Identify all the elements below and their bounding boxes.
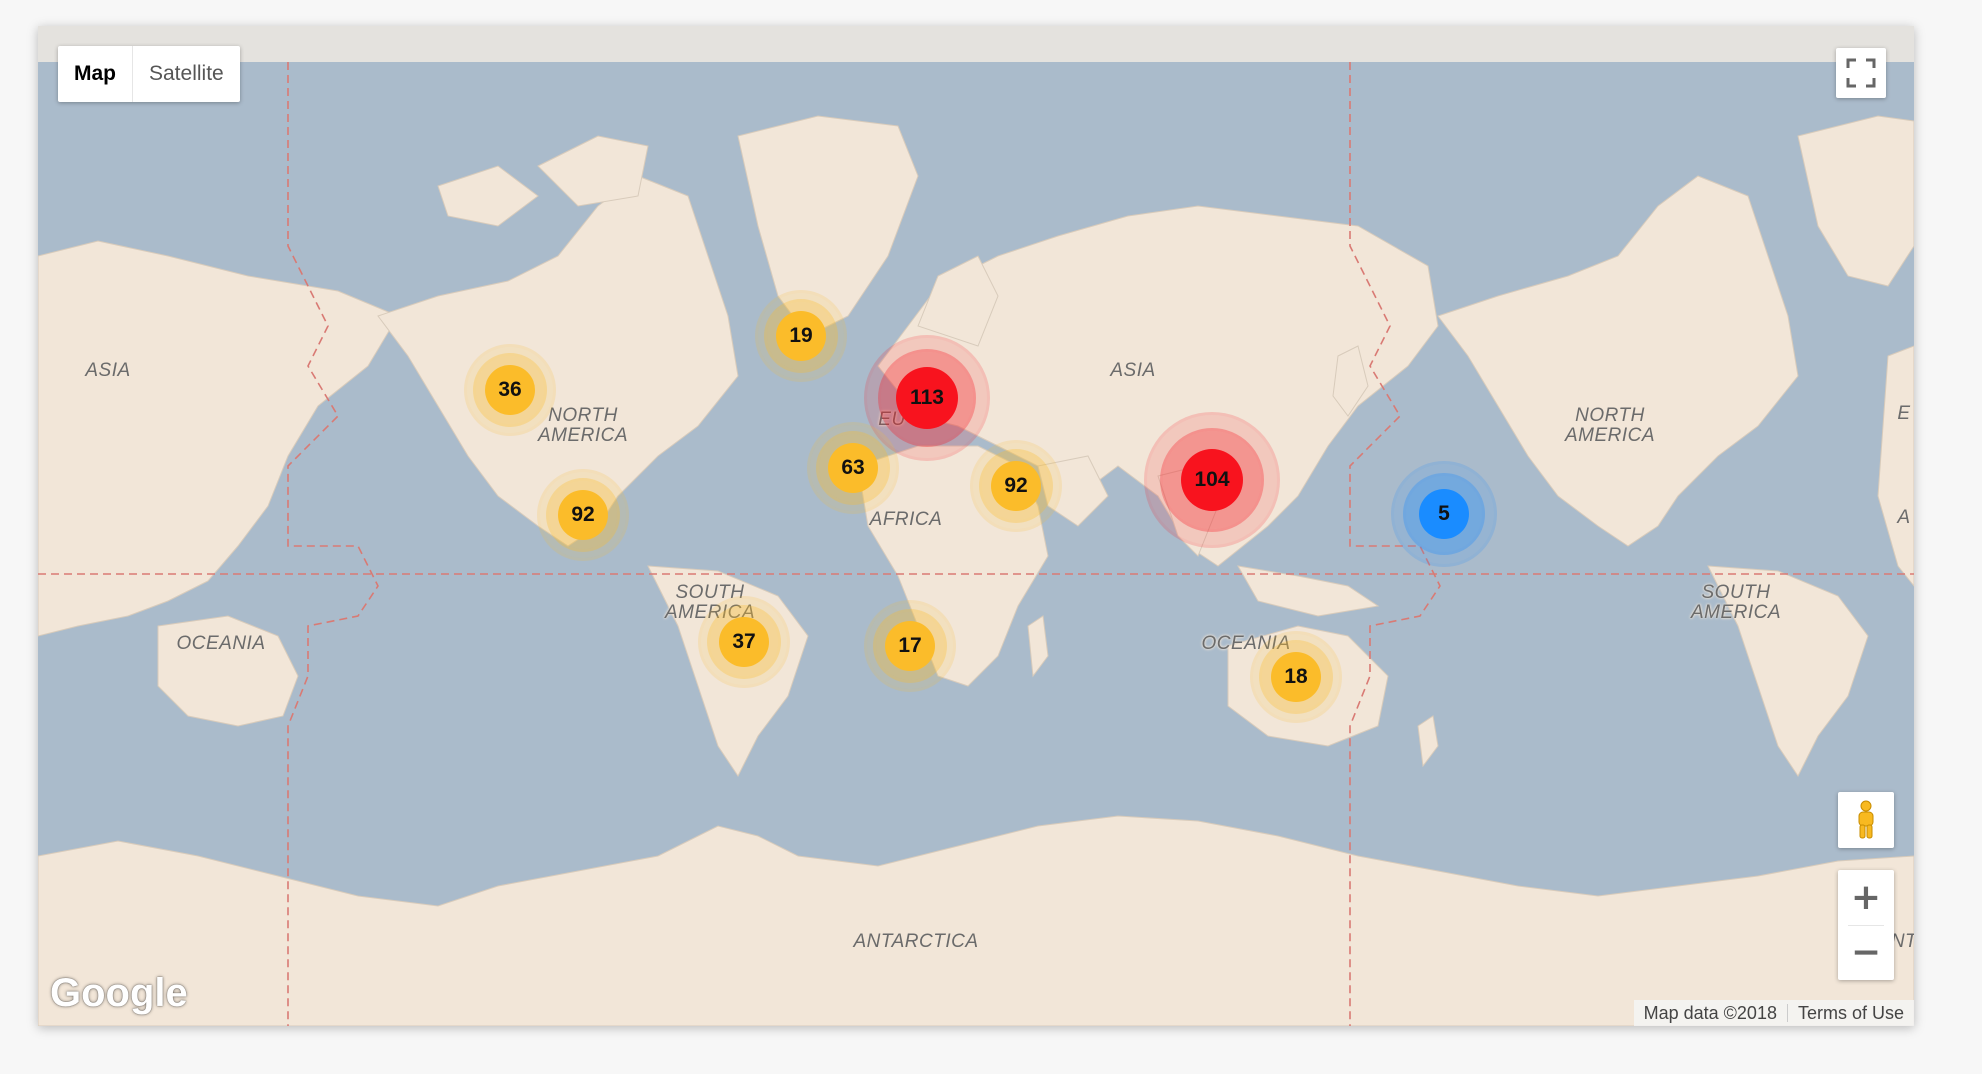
- cluster-marker-pacific[interactable]: 5: [1394, 464, 1494, 564]
- map-attribution: Map data ©2018 Terms of Use: [1633, 1000, 1914, 1026]
- region-label-oceania-left: OCEANIA: [176, 633, 266, 654]
- map-type-control: Map Satellite: [58, 46, 240, 102]
- cluster-count: 63: [828, 443, 878, 493]
- region-label-south-america-right: SOUTH AMERICA: [1690, 582, 1782, 623]
- region-label-north-america: NORTH AMERICA: [537, 405, 629, 446]
- cluster-marker-southern-africa[interactable]: 17: [867, 603, 953, 689]
- fullscreen-button[interactable]: [1836, 48, 1886, 98]
- world-map[interactable]: [38, 26, 1914, 1026]
- map-container[interactable]: ASIA NORTH AMERICA SOUTH AMERICA AFRICA …: [38, 26, 1914, 1026]
- cluster-count: 92: [558, 490, 608, 540]
- region-label-europe-right-partial: E: [1897, 403, 1911, 424]
- cluster-marker-greenland[interactable]: 19: [758, 293, 844, 379]
- cluster-marker-australia[interactable]: 18: [1253, 634, 1339, 720]
- cluster-count: 37: [719, 617, 769, 667]
- cluster-count: 5: [1419, 489, 1469, 539]
- terms-of-use-link[interactable]: Terms of Use: [1788, 1000, 1914, 1026]
- cluster-count: 19: [776, 311, 826, 361]
- zoom-in-button[interactable]: +: [1838, 871, 1894, 925]
- street-view-pegman-icon: [1858, 800, 1874, 839]
- cluster-marker-central-america[interactable]: 92: [540, 472, 626, 558]
- google-logo[interactable]: Google: [50, 971, 188, 1016]
- cluster-marker-middle-east[interactable]: 92: [973, 443, 1059, 529]
- fullscreen-icon: [1846, 58, 1876, 88]
- region-label-antarctica: ANTARCTICA: [853, 931, 979, 952]
- zoom-out-button[interactable]: −: [1838, 926, 1894, 980]
- cluster-count: 104: [1181, 449, 1243, 511]
- region-label-asia-left: ASIA: [85, 360, 131, 381]
- cluster-marker-south-america[interactable]: 37: [701, 599, 787, 685]
- cluster-count: 113: [896, 367, 958, 429]
- cluster-marker-north-america-west[interactable]: 36: [467, 347, 553, 433]
- region-label-africa-right-partial: A: [1897, 507, 1911, 528]
- region-label-asia: ASIA: [1110, 360, 1156, 381]
- zoom-control: + −: [1838, 870, 1894, 980]
- map-type-map-button[interactable]: Map: [58, 46, 133, 102]
- cluster-marker-europe[interactable]: 113: [867, 338, 987, 458]
- street-view-pegman-button[interactable]: [1838, 792, 1894, 848]
- map-type-satellite-button[interactable]: Satellite: [133, 46, 240, 102]
- cluster-count: 92: [991, 461, 1041, 511]
- region-label-africa: AFRICA: [869, 509, 943, 530]
- region-label-antarctica-right-partial: NT: [1890, 931, 1914, 952]
- cluster-count: 18: [1271, 652, 1321, 702]
- cluster-marker-east-asia[interactable]: 104: [1147, 415, 1277, 545]
- cluster-marker-north-africa[interactable]: 63: [810, 425, 896, 511]
- region-label-north-america-right: NORTH AMERICA: [1564, 405, 1656, 446]
- cluster-count: 17: [885, 621, 935, 671]
- map-data-attribution: Map data ©2018: [1643, 1003, 1777, 1023]
- cluster-count: 36: [485, 365, 535, 415]
